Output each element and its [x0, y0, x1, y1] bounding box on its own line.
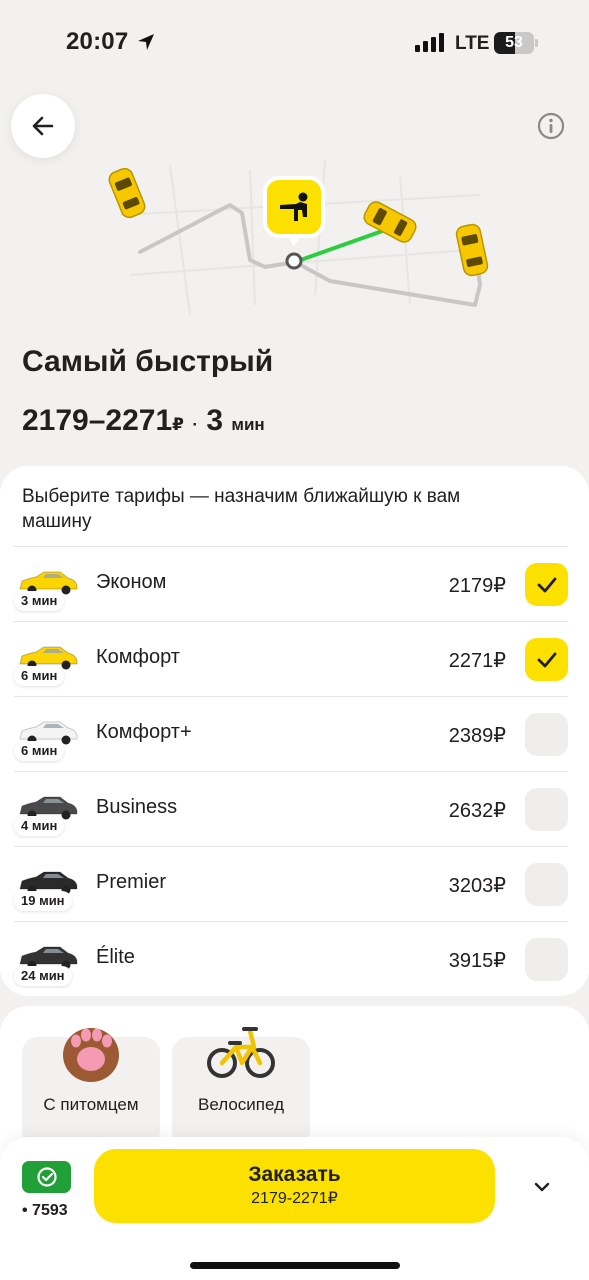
- order-label: Заказать: [248, 1163, 341, 1186]
- tariff-checkbox[interactable]: [525, 863, 568, 906]
- tariff-checkbox[interactable]: [525, 713, 568, 756]
- signal-bars-icon: [415, 33, 444, 52]
- tariff-name: Комфорт+: [96, 721, 192, 743]
- taxi-car-icon: [363, 201, 417, 243]
- chevron-down-icon[interactable]: [531, 1176, 553, 1198]
- payment-card-number: • 7593: [22, 1202, 68, 1219]
- option-pet[interactable]: С питомцем: [22, 1028, 160, 1147]
- tariff-price: 3203₽: [448, 875, 506, 897]
- currency-sign: ₽: [172, 415, 185, 434]
- tariff-row[interactable]: 4 мин Business 2632₽: [14, 771, 568, 846]
- separator: ·: [192, 415, 199, 434]
- status-bar: 20:07 LTE 53: [0, 0, 589, 88]
- tariff-eta: 6 мин: [14, 741, 65, 761]
- check-icon: [537, 577, 556, 592]
- status-time: 20:07: [66, 28, 129, 55]
- order-price: 2179-2271₽: [251, 1190, 338, 1207]
- taxi-car-icon: [455, 223, 489, 277]
- tariff-row[interactable]: 6 мин Комфорт+ 2389₽: [14, 696, 568, 771]
- tariff-price: 2271₽: [448, 650, 506, 672]
- arrow-left-icon: [32, 116, 54, 136]
- paw-icon: [63, 1028, 119, 1082]
- price-eta-summary: 2179–2271₽ · 3 мин: [22, 404, 265, 438]
- tariff-eta: 6 мин: [14, 666, 65, 686]
- back-button[interactable]: [11, 94, 75, 158]
- taxi-car-icon: [108, 167, 146, 219]
- tariff-name: Élite: [96, 946, 135, 968]
- home-indicator: [190, 1262, 400, 1269]
- option-label: Велосипед: [198, 1095, 284, 1114]
- battery-level: 53: [505, 34, 523, 51]
- tariff-eta: 24 мин: [14, 966, 72, 986]
- page-title: Самый быстрый: [22, 345, 274, 378]
- tariff-name: Комфорт: [96, 646, 180, 668]
- tariff-checkbox[interactable]: [525, 788, 568, 831]
- tariff-checkbox[interactable]: [525, 638, 568, 681]
- payment-method-button[interactable]: [22, 1161, 71, 1193]
- check-icon: [537, 652, 556, 667]
- info-icon[interactable]: [537, 112, 565, 140]
- tariff-price: 2389₽: [448, 725, 506, 747]
- tariff-row[interactable]: 19 мин Premier 3203₽: [14, 846, 568, 921]
- tariff-row[interactable]: 6 мин Комфорт 2271₽: [14, 621, 568, 696]
- order-button[interactable]: Заказать 2179-2271₽: [94, 1149, 495, 1223]
- tariff-name: Business: [96, 796, 178, 818]
- eta-unit: мин: [231, 415, 265, 434]
- tariff-eta: 4 мин: [14, 816, 65, 836]
- tariff-price: 2632₽: [448, 800, 506, 822]
- payment-check-icon: [36, 1167, 57, 1187]
- tariff-eta: 19 мин: [14, 891, 72, 911]
- tariff-name: Эконом: [96, 571, 167, 593]
- location-arrow-icon: [138, 34, 154, 50]
- tariff-checkbox[interactable]: [525, 563, 568, 606]
- tariff-name: Premier: [96, 871, 167, 893]
- network-type: LTE: [455, 33, 490, 54]
- option-bike[interactable]: Велосипед: [172, 1027, 310, 1147]
- tariff-checkbox[interactable]: [525, 938, 568, 981]
- tariff-eta: 3 мин: [14, 591, 65, 611]
- option-label: С питомцем: [43, 1095, 139, 1114]
- tariffs-hint: Выберите тарифы — назначим ближайшую к в…: [22, 486, 461, 532]
- tariff-row[interactable]: 24 мин Élite 3915₽: [14, 921, 568, 996]
- tariff-price: 3915₽: [448, 950, 506, 972]
- tariff-price: 2179₽: [448, 575, 506, 597]
- route-map-illustration: [108, 159, 489, 316]
- tariff-list: 3 мин Эконом 2179₽ 6 мин Комфорт 2271₽ 6…: [0, 546, 589, 996]
- eta-value: 3: [206, 404, 224, 437]
- tariff-row[interactable]: 3 мин Эконом 2179₽: [14, 546, 568, 621]
- bicycle-icon: [207, 1027, 275, 1078]
- battery-icon: 53: [494, 32, 538, 54]
- pickup-pin-icon: [263, 176, 325, 246]
- price-range: 2179–2271: [22, 404, 173, 437]
